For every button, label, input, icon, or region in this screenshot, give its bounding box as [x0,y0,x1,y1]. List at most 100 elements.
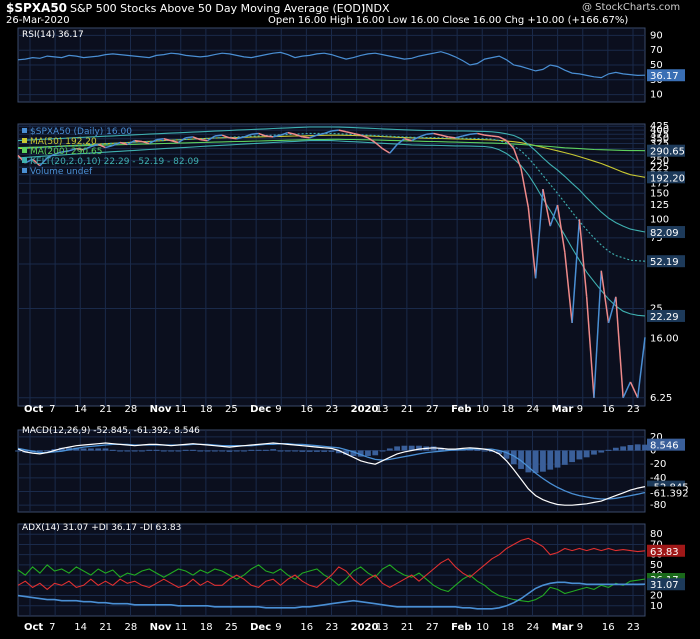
x-tick-label: 21 [99,622,112,633]
macd-histogram-bar [168,450,174,452]
price-segment [200,138,208,142]
macd-histogram-bar [612,447,619,451]
macd-histogram-bar [284,450,291,452]
x-tick-label: 10 [476,404,489,415]
macd-histogram-bar [95,448,102,451]
macd-histogram-bar [182,449,189,451]
macd-histogram-bar [241,450,247,452]
price-tick-label: 100 [650,214,669,225]
x-tick-label: 16 [300,404,313,415]
x-tick-label: 2020 [351,404,379,415]
price-tick-label: 6.25 [650,393,672,404]
price-segment [331,129,339,132]
x-tick-label: 18 [200,404,213,415]
price-legend-swatch [22,148,27,153]
adx-legend: ADX(14) 31.07 +DI 36.17 -DI 63.83 [22,523,181,533]
price-legend-swatch [22,168,27,173]
x-tick-label: 25 [225,622,238,633]
x-tick-label: 9 [577,404,583,415]
price-segment [229,137,237,140]
price-segment [484,134,492,137]
macd-histogram-bar [204,450,211,452]
stock-chart: Oct 7 14 21 28 Nov 11 18 25 Dec 9 16 23 202013 21 27 Feb… [15,27,689,633]
rsi-tick-label: 10 [650,90,663,101]
rsi-legend: RSI(14) 36.17 [22,30,84,40]
macd-histogram-bar [576,450,583,460]
macd-histogram-bar [569,450,575,463]
macd-histogram-bar [401,445,408,451]
macd-histogram-bar [620,446,627,451]
price-legend-entry: MA(50) 192.20 [30,137,97,147]
x-tick-label: Mar [552,404,574,415]
x-tick-label: 18 [501,622,514,633]
x-tick-label: 16 [602,622,615,633]
x-tick-label: 24 [527,404,540,415]
macd-histogram-bar [605,449,612,451]
macd-histogram-bar [554,450,561,468]
price-segment [302,136,310,139]
macd-histogram-bar [146,449,153,451]
adx-tick-label: 10 [650,601,663,612]
macd-histogram-bar [328,450,335,452]
x-tick-label: Feb [451,622,471,633]
macd-histogram-bar [292,450,298,452]
rsi-tick-label: 90 [650,30,663,41]
x-tick-label: 25 [225,404,238,415]
macd-histogram-bar [160,450,167,452]
macd-histogram-bar [248,449,255,451]
price-segment [448,136,456,139]
macd-histogram-bar [124,450,131,452]
macd-histogram-bar [547,450,554,470]
price-segment [214,134,223,137]
price-tick-label: 125 [650,200,669,211]
price-segment [134,139,143,143]
macd-histogram-bar [15,450,21,452]
x-tick-label: 16 [300,622,313,633]
price-segment [265,135,274,138]
macd-histogram-bar [561,450,568,465]
x-tick-label: Dec [250,404,271,415]
price-legend-entry: $SPXA50 (Daily) 16.00 [30,127,132,137]
price-segment [185,136,194,139]
adx-value-tag: 31.07 [650,580,679,591]
x-tick-label: Feb [451,404,471,415]
x-tick-label: 11 [175,404,188,415]
macd-histogram-bar [44,450,51,452]
macd-histogram-bar [219,450,226,452]
x-tick-label: 23 [326,404,339,415]
macd-histogram-bar [153,449,160,451]
x-tick-label: 21 [401,404,414,415]
macd-histogram-bar [277,450,284,452]
x-tick-label: 23 [627,622,640,633]
x-tick-label: 10 [476,622,489,633]
x-tick-label: 7 [49,404,55,415]
adx-value-tag: 63.83 [650,547,679,558]
macd-histogram-bar [117,450,123,452]
price-legend-swatch [22,158,27,163]
price-segment [156,137,164,141]
x-tick-label: 23 [326,622,339,633]
macd-histogram-bar [598,450,605,453]
price-legend-entry: KELT(20,2.0,10) 22.29 - 52.19 - 82.09 [30,157,199,167]
x-tick-label: 27 [426,622,439,633]
price-legend-swatch [22,128,27,133]
macd-histogram-bar [190,449,196,451]
x-tick-label: 27 [426,404,439,415]
macd-value-tag: -61.392 [650,488,689,499]
price-tick-label: 150 [650,188,669,199]
price-segment [426,132,434,136]
macd-histogram-bar [474,449,481,451]
x-tick-label: 13 [376,404,389,415]
x-tick-label: 24 [527,622,540,633]
x-tick-label: 9 [275,404,281,415]
macd-histogram-bar [233,450,240,452]
price-value-tag: 16.00 [650,333,679,344]
macd-histogram-bar [372,450,379,456]
macd-histogram-bar [211,450,218,452]
price-legend-entry: MA(200) 290.65 [30,147,102,157]
price-legend-swatch [22,138,27,143]
macd-histogram-bar [583,450,590,458]
x-tick-label: 18 [501,404,514,415]
rsi-value-tag: 36.17 [650,71,679,82]
macd-histogram-bar [131,450,138,452]
